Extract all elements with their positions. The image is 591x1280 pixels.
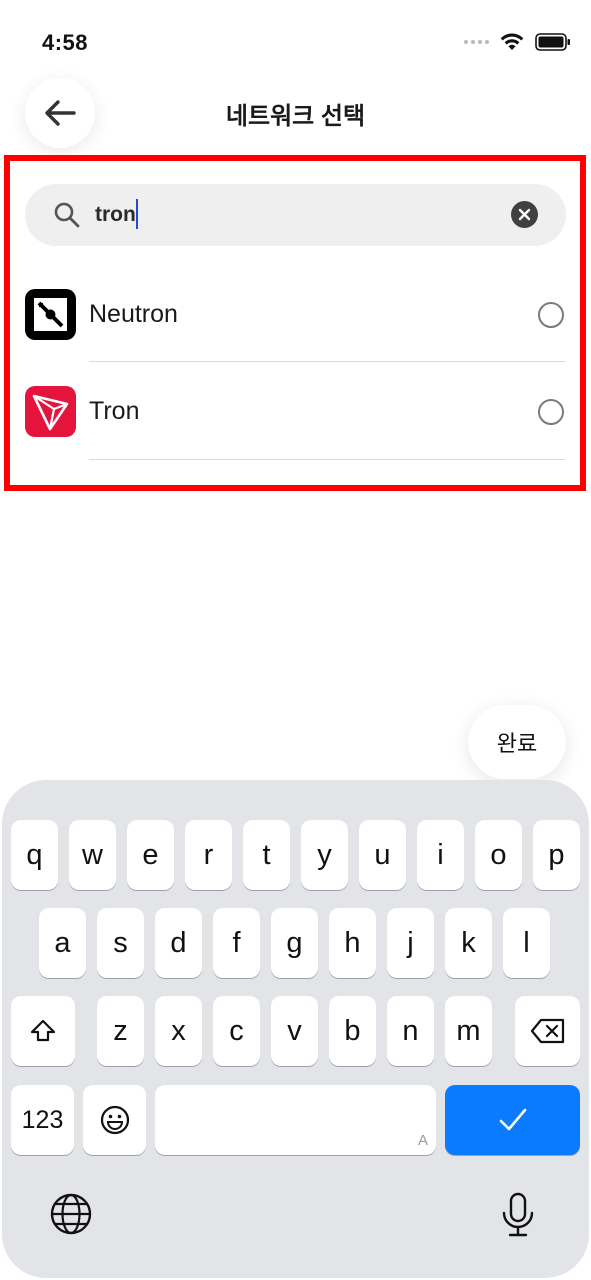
key-l[interactable]: l [503, 908, 550, 978]
key-v[interactable]: v [271, 996, 318, 1066]
key-b[interactable]: b [329, 996, 376, 1066]
cellular-signal-icon [464, 40, 489, 44]
status-icons [464, 32, 571, 52]
tron-logo-icon [25, 386, 76, 437]
return-key[interactable] [445, 1085, 580, 1155]
battery-icon [535, 33, 570, 51]
text-cursor [136, 199, 138, 229]
shift-key[interactable] [11, 996, 75, 1066]
divider [89, 361, 565, 362]
key-p[interactable]: p [533, 820, 580, 890]
key-d[interactable]: d [155, 908, 202, 978]
network-label: Tron [89, 397, 140, 425]
key-m[interactable]: m [445, 996, 492, 1066]
close-icon [518, 208, 531, 221]
key-a[interactable]: a [39, 908, 86, 978]
key-f[interactable]: f [213, 908, 260, 978]
key-e[interactable]: e [127, 820, 174, 890]
key-z[interactable]: z [97, 996, 144, 1066]
key-t[interactable]: t [243, 820, 290, 890]
done-button[interactable]: 완료 [468, 705, 566, 779]
key-c[interactable]: c [213, 996, 260, 1066]
key-s[interactable]: s [97, 908, 144, 978]
search-bar[interactable] [25, 184, 566, 246]
key-o[interactable]: o [475, 820, 522, 890]
key-u[interactable]: u [359, 820, 406, 890]
emoji-icon [100, 1105, 129, 1135]
radio-button[interactable] [538, 399, 564, 425]
neutron-logo-icon [25, 289, 76, 340]
key-r[interactable]: r [185, 820, 232, 890]
key-x[interactable]: x [155, 996, 202, 1066]
network-item-tron[interactable]: Tron [25, 363, 566, 460]
globe-icon [50, 1193, 92, 1235]
key-h[interactable]: h [329, 908, 376, 978]
divider [89, 459, 565, 460]
globe-button[interactable] [49, 1192, 93, 1236]
dictation-button[interactable] [498, 1192, 538, 1238]
shift-icon [30, 1019, 56, 1042]
clear-search-button[interactable] [511, 201, 538, 228]
key-y[interactable]: y [301, 820, 348, 890]
key-j[interactable]: j [387, 908, 434, 978]
search-input[interactable] [95, 198, 495, 232]
key-k[interactable]: k [445, 908, 492, 978]
numbers-key[interactable]: 123 [11, 1085, 74, 1155]
status-bar: 4:58 [0, 0, 591, 70]
key-i[interactable]: i [417, 820, 464, 890]
search-icon [54, 202, 80, 228]
space-key-hint: A [417, 1132, 428, 1149]
checkmark-icon [499, 1108, 526, 1131]
key-g[interactable]: g [271, 908, 318, 978]
wifi-icon [500, 33, 524, 50]
microphone-icon [502, 1192, 534, 1237]
emoji-key[interactable] [83, 1085, 146, 1155]
network-item-neutron[interactable]: Neutron [25, 266, 566, 363]
radio-button[interactable] [538, 302, 564, 328]
page-title: 네트워크 선택 [225, 103, 366, 130]
network-label: Neutron [89, 300, 178, 328]
key-w[interactable]: w [69, 820, 116, 890]
key-q[interactable]: q [11, 820, 58, 890]
space-key[interactable]: A [155, 1085, 436, 1155]
backspace-key[interactable] [515, 996, 580, 1066]
key-n[interactable]: n [387, 996, 434, 1066]
backspace-icon [530, 1018, 564, 1044]
status-time: 4:58 [42, 30, 89, 55]
keyboard: q w e r t y u i o p a s d f g h j k l z … [2, 780, 589, 1278]
